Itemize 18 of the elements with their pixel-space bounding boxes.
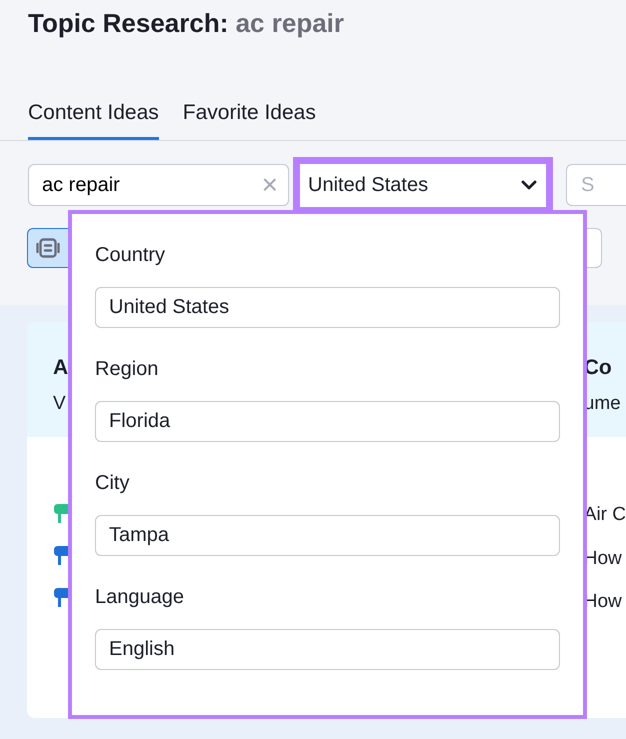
search-field[interactable]: S: [566, 164, 626, 206]
input-field[interactable]: Tampa: [95, 515, 560, 556]
chevron-down-icon: [520, 179, 538, 191]
field-label: Language: [95, 585, 184, 609]
field-label: City: [95, 471, 130, 495]
field-label: Country: [95, 243, 166, 267]
input-field[interactable]: English: [95, 629, 560, 670]
input-field[interactable]: United States: [95, 287, 560, 328]
tab[interactable]: Favorite Ideas: [182, 96, 316, 140]
cards-view-icon: [36, 238, 60, 258]
card-title: A: [53, 355, 68, 381]
keyword-field[interactable]: ac repair ×: [28, 164, 289, 206]
cards-view-button[interactable]: [27, 228, 69, 268]
field-label: Region: [95, 357, 158, 381]
input-field[interactable]: Florida: [95, 401, 560, 442]
page-title: Topic Research: ac repair: [27, 7, 345, 40]
card-subtitle: V: [53, 392, 66, 416]
tab[interactable]: Content Ideas: [28, 96, 159, 140]
